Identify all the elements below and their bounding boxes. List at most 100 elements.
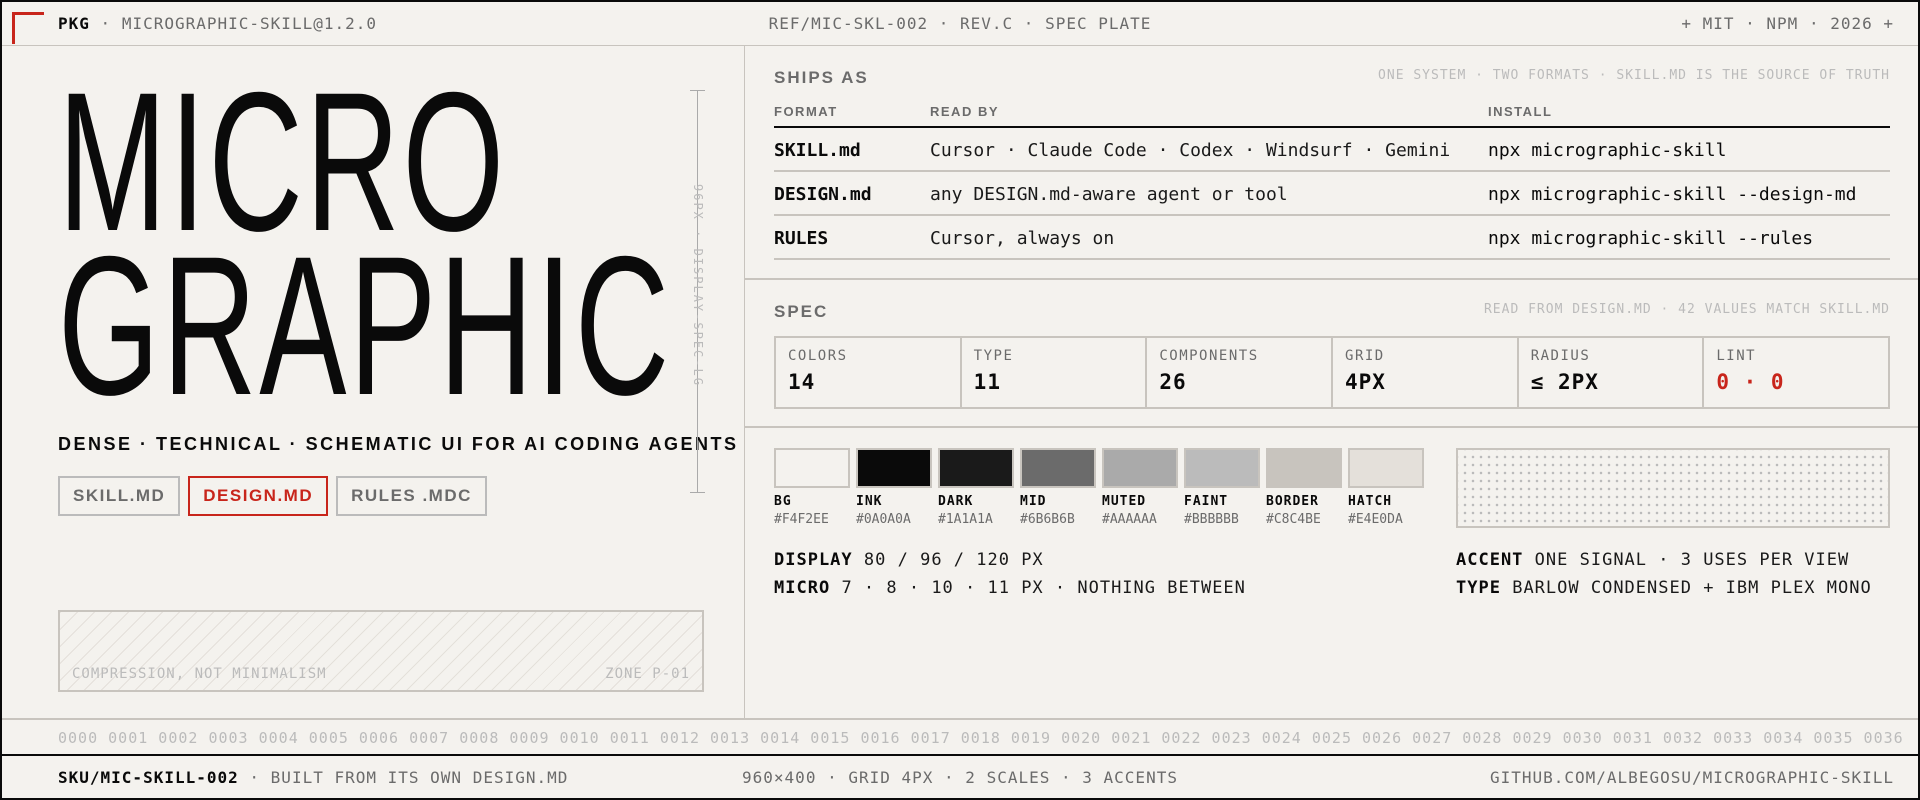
swatch: DARK #1A1A1A (938, 448, 1014, 527)
spec-note: READ FROM DESIGN.MD · 42 VALUES MATCH SK… (1483, 302, 1890, 317)
table-row: DESIGN.md any DESIGN.md-aware agent or t… (774, 172, 1890, 216)
spec-key: LINT (1716, 348, 1757, 364)
panel-divider (744, 46, 745, 718)
swatch-hex: #6B6B6B (1020, 512, 1075, 527)
swatch-chip (774, 448, 850, 488)
column-header-format: FORMAT (774, 104, 838, 119)
type-value: BARLOW CONDENSED + IBM PLEX MONO (1512, 578, 1872, 598)
accent-value: ONE SIGNAL · 3 USES PER VIEW (1534, 550, 1850, 570)
micro-scale: MICRO 7 · 8 · 10 · 11 PX · NOTHING BETWE… (774, 578, 1246, 598)
spec-cell-type: TYPE 11 (962, 338, 1148, 407)
swatch-hex: #1A1A1A (938, 512, 993, 527)
index-strip: 0000 0001 0002 0003 0004 0005 0006 0007 … (2, 718, 1918, 756)
format-cell: RULES (774, 228, 829, 249)
spec-title: SPEC (774, 302, 829, 321)
design-md-button[interactable]: DESIGN.MD (188, 476, 329, 516)
micro-value: 7 · 8 · 10 · 11 PX · NOTHING BETWEEN (841, 578, 1246, 598)
type-key: TYPE (1456, 578, 1501, 598)
swatch: INK #0A0A0A (856, 448, 932, 527)
table-header: FORMAT READ BY INSTALL (774, 100, 1890, 128)
spec-grid: COLORS 14 TYPE 11 COMPONENTS 26 GRID 4PX RAD… (774, 336, 1890, 409)
spec-value: 4PX (1345, 370, 1386, 394)
spec-cell-colors: COLORS 14 (776, 338, 962, 407)
swatch-hex: #E4E0DA (1348, 512, 1403, 527)
read-by-cell: Cursor · Claude Code · Codex · Windsurf … (930, 140, 1451, 161)
swatch-name: INK (856, 494, 883, 509)
display-key: DISPLAY (774, 550, 853, 570)
swatch: HATCH #E4E0DA (1348, 448, 1424, 527)
spec-key: COLORS (788, 348, 848, 364)
scale-tick-bottom (690, 492, 705, 493)
swatch-name: BORDER (1266, 494, 1319, 509)
install-command[interactable]: npx micrographic-skill (1488, 140, 1726, 161)
display-value: 80 / 96 / 120 PX (863, 550, 1044, 570)
scale-label: 96PX · DISPLAY-SPEC-LG (691, 184, 705, 387)
swatch: MUTED #AAAAAA (1102, 448, 1178, 527)
spec-value: ≤ 2PX (1530, 370, 1599, 394)
dot-grid-pattern (1456, 448, 1890, 528)
footer: SKU/MIC-SKILL-002 · BUILT FROM ITS OWN D… (2, 756, 1918, 798)
accent-rule: ACCENT ONE SIGNAL · 3 USES PER VIEW (1456, 550, 1849, 570)
tagline: DENSE · TECHNICAL · SCHEMATIC UI FOR AI … (58, 434, 739, 454)
swatch-name: MUTED (1102, 494, 1147, 509)
swatch-name: BG (774, 494, 792, 509)
spec-cell-components: COMPONENTS 26 (1147, 338, 1334, 407)
scale-tick-top (690, 90, 705, 91)
hero-title-line-2: GRAPHIC (58, 215, 672, 436)
spec-value: 14 (788, 370, 816, 394)
format-cell: SKILL.md (774, 140, 861, 161)
swatch: BORDER #C8C4BE (1266, 448, 1342, 527)
spec-cell-lint: LINT 0 · 0 (1704, 338, 1888, 407)
spec-value: 0 · 0 (1716, 370, 1785, 394)
swatch: MID #6B6B6B (1020, 448, 1096, 527)
spec-key: RADIUS (1530, 348, 1591, 364)
spec-cell-grid: GRID 4PX (1333, 338, 1519, 407)
hatched-zone: COMPRESSION, NOT MINIMALISM ZONE P-01 (58, 610, 704, 692)
table-row: RULES Cursor, always on npx micrographic… (774, 216, 1890, 260)
swatch-name: FAINT (1184, 494, 1229, 509)
zone-caption: COMPRESSION, NOT MINIMALISM (72, 666, 327, 682)
read-by-cell: Cursor, always on (930, 228, 1115, 249)
ships-as-note: ONE SYSTEM · TWO FORMATS · SKILL.MD IS T… (1378, 68, 1890, 83)
spec-key: TYPE (973, 348, 1014, 364)
swatch: FAINT #BBBBBB (1184, 448, 1260, 527)
accent-key: ACCENT (1456, 550, 1524, 570)
swatch-hex: #BBBBBB (1184, 512, 1239, 527)
spec-key: COMPONENTS (1159, 348, 1259, 364)
swatch-chip (856, 448, 932, 488)
table-row: SKILL.md Cursor · Claude Code · Codex · … (774, 128, 1890, 172)
repo-link[interactable]: GITHUB.COM/ALBEGOSU/MICROGRAPHIC-SKILL (1490, 768, 1894, 787)
column-header-install: INSTALL (1488, 104, 1553, 119)
swatch-hex: #C8C4BE (1266, 512, 1321, 527)
format-buttons: SKILL.MD DESIGN.MD RULES .MDC (58, 476, 487, 516)
column-header-read-by: READ BY (930, 104, 1000, 119)
swatch-hex: #F4F2EE (774, 512, 829, 527)
skill-md-button[interactable]: SKILL.MD (58, 476, 181, 516)
index-numbers: 0000 0001 0002 0003 0004 0005 0006 0007 … (58, 729, 1904, 747)
install-command[interactable]: npx micrographic-skill --design-md (1488, 184, 1856, 205)
reference-id: REF/MIC-SKL-002 · REV.C · SPEC PLATE (768, 14, 1152, 33)
zone-id: ZONE P-01 (605, 666, 690, 682)
display-scale: DISPLAY 80 / 96 / 120 PX (774, 550, 1044, 570)
swatch-chip (1348, 448, 1424, 488)
install-command[interactable]: npx micrographic-skill --rules (1488, 228, 1813, 249)
micro-key: MICRO (774, 578, 831, 598)
swatch-name: DARK (938, 494, 974, 509)
swatch: BG #F4F2EE (774, 448, 850, 527)
swatch-hex: #0A0A0A (856, 512, 911, 527)
type-rule: TYPE BARLOW CONDENSED + IBM PLEX MONO (1456, 578, 1872, 598)
section-divider (745, 278, 1918, 280)
ships-table: FORMAT READ BY INSTALL SKILL.md Cursor ·… (774, 100, 1890, 260)
swatch-chip (1184, 448, 1260, 488)
spec-cell-radius: RADIUS ≤ 2PX (1519, 338, 1705, 407)
license-info: + MIT · NPM · 2026 + (1681, 14, 1894, 33)
format-cell: DESIGN.md (774, 184, 872, 205)
swatch-name: HATCH (1348, 494, 1393, 509)
swatch-hex: #AAAAAA (1102, 512, 1157, 527)
rules-mdc-button[interactable]: RULES .MDC (336, 476, 487, 516)
top-bar: PKG · MICROGRAPHIC-SKILL@1.2.0 REF/MIC-S… (2, 2, 1918, 46)
swatch-name: MID (1020, 494, 1047, 509)
ships-as-title: SHIPS AS (774, 68, 869, 87)
spec-value: 11 (973, 370, 1001, 394)
swatch-chip (1266, 448, 1342, 488)
